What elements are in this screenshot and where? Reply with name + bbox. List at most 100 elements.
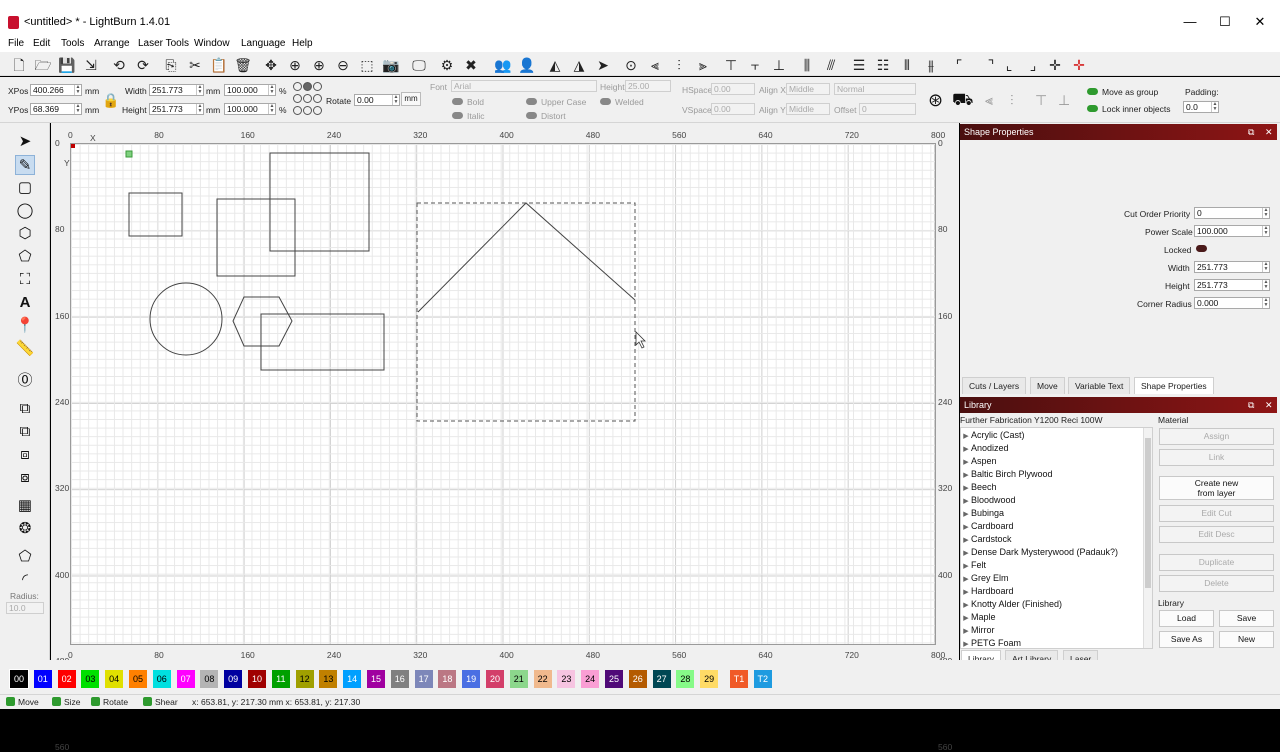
align-top-edge-icon[interactable]: ⊤ [1035,92,1047,109]
library-item[interactable]: ▶ Bubinga [961,507,1152,520]
rotary-icon[interactable]: ⊛ [928,90,943,111]
layer-swatch-02[interactable]: 02 [57,670,76,688]
save-icon[interactable]: 💾 [58,56,76,74]
design-canvas[interactable] [70,143,936,645]
center-icon[interactable]: ⊙ [622,56,640,74]
library-item[interactable]: ▶ Cardboard [961,520,1152,533]
align-centers-icon[interactable]: ⫶ [1010,92,1014,109]
library-item[interactable]: ▶ Mirror [961,624,1152,637]
tab-variable-text[interactable]: Variable Text [1068,377,1131,394]
layer-swatch-21[interactable]: 21 [509,670,528,688]
radius-field[interactable]: 10.0 [6,602,44,614]
tab-move[interactable]: Move [1030,377,1065,394]
library-item[interactable]: ▶ PETG Foam [961,637,1152,648]
layer-swatch-03[interactable]: 03 [81,670,100,688]
mirror-horizontal-icon[interactable]: ◭ [546,56,564,74]
make-same-size-icon[interactable]: ⫴ [898,56,916,74]
anchor-mr-icon[interactable] [313,94,322,103]
layer-swatch-22[interactable]: 22 [533,670,552,688]
pen-line-tool-icon[interactable]: ⬠ [15,247,35,267]
library-item[interactable]: ▶ Maple [961,611,1152,624]
hexagon-shape[interactable] [232,296,293,347]
laser-position-icon[interactable]: ✛ [1070,56,1088,74]
layer-swatch-00[interactable]: 00 [9,669,29,689]
corner-bottom-icon[interactable]: ⌞ [1000,56,1018,74]
new-file-icon[interactable]: 🗋 [10,56,28,74]
camera-icon[interactable]: 📷 [382,56,400,74]
library-item[interactable]: ▶ Hardboard [961,585,1152,598]
monitor-icon[interactable]: 🖵 [410,56,428,74]
layer-swatch-23[interactable]: 23 [557,670,576,688]
boolean-intersect-icon[interactable]: ⧇ [15,468,35,488]
tab-shape-properties[interactable]: Shape Properties [1134,377,1214,394]
library-item[interactable]: ▶ Baltic Birch Plywood [961,468,1152,481]
anchor-mc-icon[interactable] [303,94,312,103]
height-field[interactable]: 251.773 ▲ ▼ [149,103,204,115]
paste-icon[interactable]: 📋 [210,56,228,74]
save-library-button[interactable]: Save [1219,610,1274,627]
layer-swatch-10[interactable]: 10 [248,670,266,688]
library-item[interactable]: ▶ Grey Elm [961,572,1152,585]
close-button[interactable]: ✕ [1252,14,1268,30]
layer-swatch-15[interactable]: 15 [367,670,385,688]
mirror-vertical-icon[interactable]: ◮ [570,56,588,74]
library-item[interactable]: ▶ Bloodwood [961,494,1152,507]
layer-swatch-19[interactable]: 19 [462,670,481,688]
pan-icon[interactable]: ✥ [262,56,280,74]
layer-swatch-29[interactable]: 29 [700,670,719,688]
layer-swatch-11[interactable]: 11 [271,670,290,688]
lock-aspect-icon[interactable]: 🔒 [102,92,119,109]
hspace-field[interactable]: 0.00 [711,83,755,95]
minimize-button[interactable]: — [1182,14,1198,30]
align-hcenter-icon[interactable]: ⫶ [670,56,688,74]
layer-swatch-t1[interactable]: T1 [730,670,748,688]
assign-button[interactable]: Assign [1159,428,1274,445]
menu-window[interactable]: Window [194,38,230,49]
upper-case-toggle[interactable] [526,98,537,105]
create-new-from-layer-button[interactable]: Create new from layer [1159,476,1274,500]
square-right[interactable] [269,152,370,252]
offset-field[interactable]: 0 [859,103,916,115]
menu-language[interactable]: Language [241,38,286,49]
layer-swatch-09[interactable]: 09 [224,670,243,688]
material-list[interactable]: ▶ Acrylic (Cast) ▶ Anodized ▶ Aspen ▶ Baltic Bi… [960,427,1153,649]
alignx-select[interactable]: Middle [786,83,830,95]
library-scroll-thumb[interactable] [1145,438,1151,588]
group-icon[interactable]: 👥 [494,56,512,74]
float-panel-icon[interactable]: ⧉ [1248,124,1254,140]
distribute-h-icon[interactable]: ⫼ [798,56,816,74]
load-button[interactable]: Load [1159,610,1214,627]
menu-laser-tools[interactable]: Laser Tools [138,38,189,49]
layer-swatch-08[interactable]: 08 [200,670,219,688]
rotate-unit-button[interactable]: mm [401,92,421,106]
undo-icon[interactable]: ⟲ [110,56,128,74]
dock-icon[interactable]: ⫵ [922,56,940,74]
circle-array-icon[interactable]: ⓪ [15,371,35,391]
close-library-icon[interactable]: ✕ [1265,397,1273,413]
layer-swatch-05[interactable]: 05 [129,670,147,688]
measure-tool-icon[interactable]: 📏 [15,339,35,359]
corner-radius-field[interactable]: 0.000 ▲ ▼ [1194,297,1270,309]
layer-swatch-13[interactable]: 13 [319,670,338,688]
menu-help[interactable]: Help [292,38,313,49]
wide-rectangle[interactable] [260,313,385,371]
status-shear[interactable]: Shear [143,697,178,707]
grid-array-icon[interactable]: ▦ [15,496,35,516]
duplicate-button[interactable]: Duplicate [1159,554,1274,571]
layer-swatch-17[interactable]: 17 [414,670,433,688]
library-scrollbar[interactable] [1143,428,1152,648]
library-item[interactable]: ▶ Beech [961,481,1152,494]
edit-nodes-pen-icon[interactable]: ✎ [15,155,35,175]
power-scale-field[interactable]: 100.000 ▲ ▼ [1194,225,1270,237]
italic-toggle[interactable] [452,112,463,119]
anchor-tc-icon[interactable] [303,82,312,91]
shape-width-field[interactable]: 251.773 ▲ ▼ [1194,261,1270,273]
layer-swatch-24[interactable]: 24 [581,670,600,688]
library-item[interactable]: ▶ Felt [961,559,1152,572]
menu-arrange[interactable]: Arrange [94,38,130,49]
cut-order-field[interactable]: 0 ▲ ▼ [1194,207,1270,219]
font-height-field[interactable]: 25.00 [625,80,671,92]
maximize-button[interactable]: ☐ [1217,14,1233,30]
move-as-group-toggle[interactable] [1087,88,1098,95]
anchor-tl-icon[interactable] [293,82,302,91]
